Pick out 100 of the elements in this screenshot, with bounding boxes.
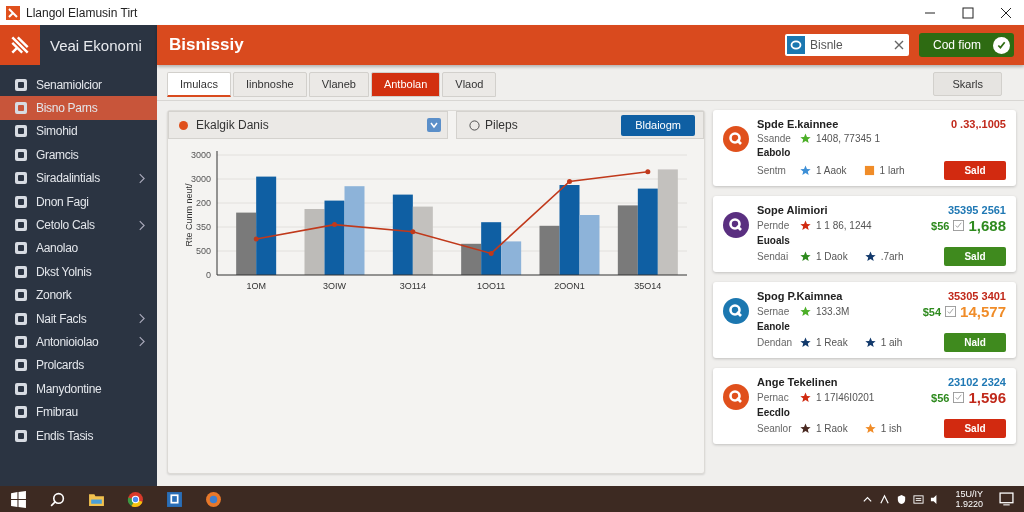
- browser-icon[interactable]: [127, 490, 144, 508]
- tag-text: 1 Aaok: [816, 165, 847, 176]
- square-icon: [14, 264, 28, 279]
- sidebar-item[interactable]: Dkst Yolnis: [36, 264, 92, 279]
- tab[interactable]: Iinbnoshe: [232, 71, 307, 97]
- square-icon: [14, 358, 28, 373]
- keyboard-icon[interactable]: [913, 493, 925, 505]
- price-amount: 1,688: [968, 217, 1006, 234]
- line-point: [332, 222, 337, 228]
- notification-icon[interactable]: [999, 491, 1014, 507]
- card-value: 35305 3401: [947, 290, 1006, 302]
- sell-button[interactable]: Sald: [944, 247, 1006, 266]
- section-label: Eecdlo: [757, 407, 791, 418]
- square-icon: [14, 405, 28, 420]
- section-label: Eabolo: [757, 147, 792, 158]
- category-label: 1OM: [246, 281, 266, 291]
- panel-button[interactable]: Bldaiogm: [621, 114, 695, 136]
- start-icon[interactable]: [10, 490, 27, 508]
- app-icon[interactable]: [166, 490, 183, 508]
- tick-label: 500: [195, 246, 211, 256]
- square-icon: [14, 171, 28, 186]
- window-title: Llangol Elamusin Tirt: [26, 5, 138, 20]
- card-value: 23102 2324: [947, 376, 1006, 388]
- search-icon[interactable]: [49, 490, 66, 508]
- chevron-icon[interactable]: [138, 336, 145, 348]
- square-icon: [14, 428, 28, 443]
- checkbox-icon: [953, 220, 965, 231]
- field-label: Seanlor: [757, 423, 793, 434]
- sidebar-item[interactable]: Senamiolcior: [36, 77, 102, 92]
- card-title: Spde E.kainnee: [757, 118, 839, 130]
- app-name: Veai Ekonomi: [50, 36, 142, 54]
- confirm-button[interactable]: Cod fiom: [918, 33, 1014, 57]
- sidebar-item[interactable]: Cetolo Cals: [36, 218, 95, 233]
- clear-icon[interactable]: [893, 40, 904, 50]
- field-label: Sernae: [757, 306, 791, 317]
- sidebar-item[interactable]: Prolcards: [36, 358, 84, 373]
- dropdown[interactable]: Ekalgik Danis: [168, 111, 448, 139]
- sidebar-item[interactable]: Simohid: [36, 124, 78, 139]
- sidebar-item[interactable]: Antonioiolao: [36, 335, 99, 349]
- line-point: [253, 236, 259, 242]
- tab[interactable]: Antbolan: [370, 71, 441, 97]
- square-icon: [14, 194, 28, 209]
- dot-icon: [179, 120, 188, 130]
- tag-text: 1 Reak: [816, 337, 848, 348]
- square-icon: [14, 311, 28, 326]
- sidebar-item[interactable]: Siradalintials: [36, 171, 100, 186]
- square-icon: [14, 101, 28, 116]
- radio-button[interactable]: [469, 119, 480, 131]
- checkbox-icon: [945, 306, 957, 317]
- sidebar-item[interactable]: Gramcis: [36, 147, 79, 162]
- search-input[interactable]: Bisnle: [809, 38, 889, 52]
- price-amount: 1,596: [968, 389, 1006, 406]
- tray-date: 15U/IY: [955, 489, 983, 499]
- page-title: Bisnissiy: [169, 35, 244, 55]
- sidebar-item[interactable]: Nait Facls: [36, 311, 87, 326]
- detail-text: 1 17I46I0201: [816, 392, 875, 403]
- tag-text: .7arh: [880, 251, 904, 262]
- chevron-icon[interactable]: [138, 219, 145, 231]
- tick-label: 0: [206, 270, 211, 280]
- line-point: [567, 178, 572, 184]
- detail-text: 133.3M: [816, 306, 850, 317]
- tag-text: 1 Raok: [816, 423, 848, 434]
- sidebar-item[interactable]: Aanolao: [36, 241, 78, 256]
- maximize-icon[interactable]: [962, 6, 974, 19]
- checkbox-icon: [953, 392, 965, 403]
- square-icon: [14, 288, 28, 303]
- tick-label: 200: [195, 198, 211, 208]
- card-value: 35395 2561: [947, 204, 1006, 216]
- tick-label: 350: [195, 222, 211, 232]
- category-label: 3O114: [399, 281, 426, 291]
- field-label: Sendai: [757, 251, 790, 262]
- sidebar-item[interactable]: Dnon Fagi: [36, 194, 89, 209]
- option-label: Pileps: [485, 118, 518, 132]
- sidebar-item[interactable]: Zonork: [36, 288, 72, 303]
- tag-text: 1 aih: [880, 337, 903, 348]
- currency-label: $56: [931, 219, 950, 232]
- square-icon: [14, 147, 28, 162]
- close-icon[interactable]: [1000, 6, 1012, 19]
- line-point: [410, 229, 416, 235]
- sell-button[interactable]: Nald: [944, 333, 1006, 352]
- shield-icon[interactable]: [896, 493, 908, 505]
- toolbar-button[interactable]: Skarls: [933, 72, 1002, 96]
- chevron-icon[interactable]: [138, 172, 145, 184]
- caret-icon: [427, 118, 441, 132]
- sidebar-item[interactable]: Endis Tasis: [36, 428, 94, 443]
- tab[interactable]: Vlaod: [442, 71, 497, 97]
- sidebar-item[interactable]: Fmibrau: [36, 405, 78, 420]
- sidebar-item[interactable]: Manydontine: [36, 381, 102, 396]
- sell-button[interactable]: Sald: [944, 161, 1006, 180]
- network-icon[interactable]: [879, 493, 891, 505]
- square-icon: [14, 241, 28, 256]
- axis-title: Rte Cunm neut/: [184, 183, 194, 247]
- tab[interactable]: Vlaneb: [308, 71, 369, 97]
- tag-text: 1 Daok: [816, 251, 848, 262]
- search-field[interactable]: Bisnle: [784, 34, 909, 56]
- sell-button[interactable]: Sald: [944, 419, 1006, 438]
- square-icon: [14, 77, 28, 92]
- search-icon: [786, 36, 805, 54]
- tab[interactable]: Imulacs: [167, 71, 231, 97]
- chevron-icon[interactable]: [138, 313, 145, 325]
